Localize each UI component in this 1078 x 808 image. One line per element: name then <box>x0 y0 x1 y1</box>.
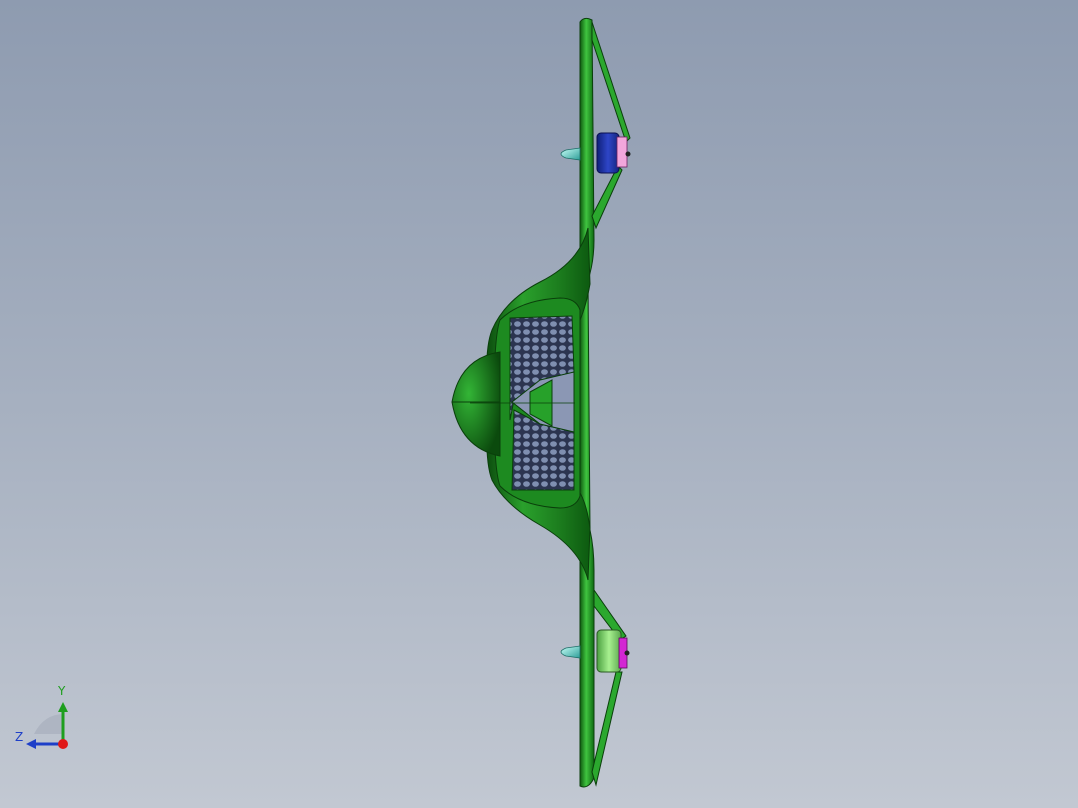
z-axis-arrow <box>26 739 36 749</box>
z-axis-label: Z <box>15 730 24 744</box>
top-motor[interactable] <box>596 132 631 174</box>
top-strut[interactable] <box>591 21 631 230</box>
mesh-window <box>470 315 575 491</box>
bottom-spinner[interactable] <box>560 645 581 659</box>
graphics-viewport[interactable]: Y Z <box>0 0 1078 808</box>
y-axis-arrow <box>58 702 68 712</box>
camera-dome[interactable] <box>451 351 501 457</box>
drone-frame-model[interactable] <box>0 0 1078 808</box>
y-axis-label: Y <box>58 684 66 698</box>
top-spinner[interactable] <box>560 147 581 161</box>
main-arm[interactable] <box>579 17 595 788</box>
bottom-strut[interactable] <box>591 588 627 787</box>
orientation-triad: Y Z <box>10 684 80 754</box>
x-axis-dot <box>58 739 68 749</box>
